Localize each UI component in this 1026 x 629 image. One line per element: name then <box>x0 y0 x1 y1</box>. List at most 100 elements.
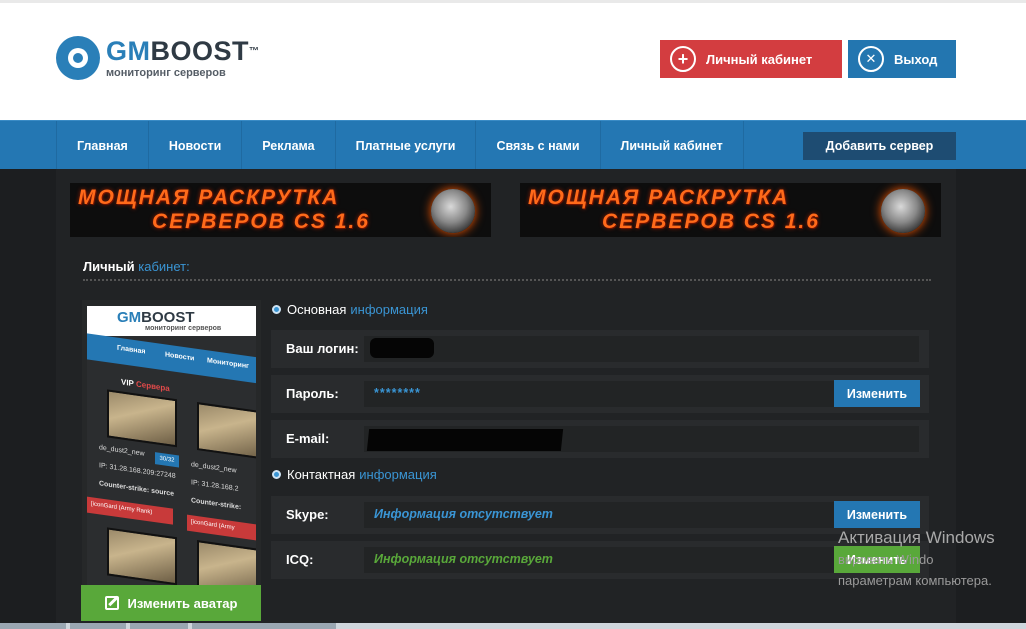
site-header: GMBOOST™ мониторинг серверов + Личный ка… <box>0 0 1026 120</box>
logout-label: Выход <box>894 51 938 67</box>
nav-item-cabinet[interactable]: Личный кабинет <box>599 121 744 170</box>
avatar-logo: GMBOOST <box>117 309 195 326</box>
avatar-map-name: de_dust2_new <box>191 461 237 475</box>
avatar-owner: [iconGard (Army Rank) <box>87 496 173 525</box>
plus-icon: + <box>670 46 696 72</box>
password-row: Пароль: ******** Изменить <box>271 375 929 413</box>
logo-title: GMBOOST™ <box>106 35 260 66</box>
site-logo[interactable]: GMBOOST™ мониторинг серверов <box>56 36 260 80</box>
avatar-frame: GMBOOST мониторинг серверов Главная Ново… <box>82 300 261 585</box>
nav-items: Главная Новости Реклама Платные услуги С… <box>56 121 744 170</box>
windows-activation-line3: параметрам компьютера. <box>838 573 992 588</box>
banner-line2: СЕРВЕРОВ CS 1.6 <box>602 210 820 233</box>
avatar-owner: [iconGard (Army <box>187 514 256 542</box>
page-title-main: Личный <box>83 259 135 274</box>
avatar-game: Counter-strike: source <box>99 480 175 498</box>
avatar-map-thumbnail <box>107 527 177 585</box>
main-info-heading-main: Основная <box>287 302 347 317</box>
nav-item-ads[interactable]: Реклама <box>241 121 334 170</box>
change-avatar-label: Изменить аватар <box>127 595 238 611</box>
promo-banner-left[interactable]: МОЩНАЯ РАСКРУТКА СЕРВЕРОВ CS 1.6 <box>70 183 491 237</box>
avatar-logo-gm: GM <box>117 309 142 326</box>
nav-item-news[interactable]: Новости <box>147 121 241 170</box>
avatar-vip-title: VIP Сервера <box>121 377 170 393</box>
personal-cabinet-button[interactable]: + Личный кабинет <box>660 40 842 78</box>
skype-label: Skype: <box>286 507 329 522</box>
avatar-map-thumbnail <box>197 540 256 585</box>
gear-logo-icon <box>56 36 100 80</box>
logo-tm: ™ <box>249 45 260 57</box>
icq-value-text: Информация отсутствует <box>374 552 553 566</box>
login-label: Ваш логин: <box>286 341 359 356</box>
main-info-heading-accent: информация <box>350 302 428 317</box>
contact-info-heading-accent: информация <box>359 467 437 482</box>
page-title: Личный кабинет: <box>83 259 190 274</box>
edit-icon <box>104 596 119 610</box>
windows-activation-title: Активация Windows <box>838 528 995 547</box>
banner-line2: СЕРВЕРОВ CS 1.6 <box>152 210 370 233</box>
add-server-button[interactable]: Добавить сервер <box>803 132 956 160</box>
avatar-player-badge: 30/32 <box>155 452 179 468</box>
nav-item-home[interactable]: Главная <box>56 121 148 170</box>
main-info-heading: Основная информация <box>272 302 428 317</box>
avatar-logo-rest: BOOST <box>141 309 195 326</box>
login-value <box>364 336 919 362</box>
change-avatar-button[interactable]: Изменить аватар <box>81 585 261 621</box>
taskbar-segment <box>0 623 66 629</box>
change-password-button[interactable]: Изменить <box>834 380 920 407</box>
windows-activation-line2: вировать Windo <box>838 552 934 567</box>
contact-info-heading: Контактная информация <box>272 467 437 482</box>
avatar-nav-item: Главная <box>117 344 146 356</box>
logo-title-rest: BOOST <box>150 35 250 66</box>
skype-row: Skype: Информация отсутствует Изменить <box>271 496 929 534</box>
dotted-divider <box>83 279 931 281</box>
avatar-image: GMBOOST мониторинг серверов Главная Ново… <box>87 306 256 585</box>
bullet-icon <box>272 305 281 314</box>
avatar-header: GMBOOST мониторинг серверов <box>87 306 256 336</box>
avatar-ip: IP: 31.28.168.2 <box>191 479 239 493</box>
redacted-login <box>370 338 434 358</box>
icq-label: ICQ: <box>286 552 314 567</box>
contact-info-heading-main: Контактная <box>287 467 356 482</box>
taskbar-strip <box>0 623 1026 629</box>
personal-cabinet-label: Личный кабинет <box>706 51 813 67</box>
logo-title-gm: GM <box>106 35 151 66</box>
avatar-game: Counter-strike: <box>191 497 242 512</box>
burning-ball-icon <box>431 189 475 233</box>
icq-row: ICQ: Информация отсутствует Изменить <box>271 541 929 579</box>
logo-text: GMBOOST™ мониторинг серверов <box>106 35 260 79</box>
nav-item-paid-services[interactable]: Платные услуги <box>334 121 476 170</box>
redacted-email <box>366 429 564 451</box>
page-title-accent: кабинет: <box>138 259 190 274</box>
password-mask: ******** <box>374 386 421 400</box>
change-skype-button[interactable]: Изменить <box>834 501 920 528</box>
email-value <box>364 426 919 452</box>
taskbar-segment <box>70 623 126 629</box>
main-content: МОЩНАЯ РАСКРУТКА СЕРВЕРОВ CS 1.6 МОЩНАЯ … <box>56 169 956 629</box>
avatar-vip-label: VIP <box>121 377 134 389</box>
email-label: E-mail: <box>286 431 330 446</box>
main-navigation: Главная Новости Реклама Платные услуги С… <box>0 120 1026 170</box>
nav-item-contact[interactable]: Связь с нами <box>475 121 599 170</box>
burning-ball-icon <box>881 189 925 233</box>
avatar-map-thumbnail <box>197 402 256 460</box>
taskbar-segment <box>130 623 188 629</box>
banner-line1: МОЩНАЯ РАСКРУТКА <box>78 186 340 209</box>
avatar-map-thumbnail <box>107 389 177 448</box>
logout-button[interactable]: ✕ Выход <box>848 40 956 78</box>
close-icon: ✕ <box>858 46 884 72</box>
avatar-vip-accent: Сервера <box>135 379 170 394</box>
avatar-nav-item: Новости <box>165 351 195 363</box>
avatar-logo-subtitle: мониторинг серверов <box>145 325 222 332</box>
skype-value-text: Информация отсутствует <box>374 507 553 521</box>
avatar-map-name: de_dust2_new <box>99 444 145 458</box>
logo-subtitle: мониторинг серверов <box>106 66 226 79</box>
bullet-icon <box>272 470 281 479</box>
banner-line1: МОЩНАЯ РАСКРУТКА <box>528 186 790 209</box>
password-label: Пароль: <box>286 386 339 401</box>
email-row: E-mail: <box>271 420 929 458</box>
login-row: Ваш логин: <box>271 330 929 368</box>
avatar-body: VIP Сервера de_dust2_new 30/32 IP: 31.28… <box>87 366 256 585</box>
taskbar-segment <box>192 623 336 629</box>
promo-banner-right[interactable]: МОЩНАЯ РАСКРУТКА СЕРВЕРОВ CS 1.6 <box>520 183 941 237</box>
